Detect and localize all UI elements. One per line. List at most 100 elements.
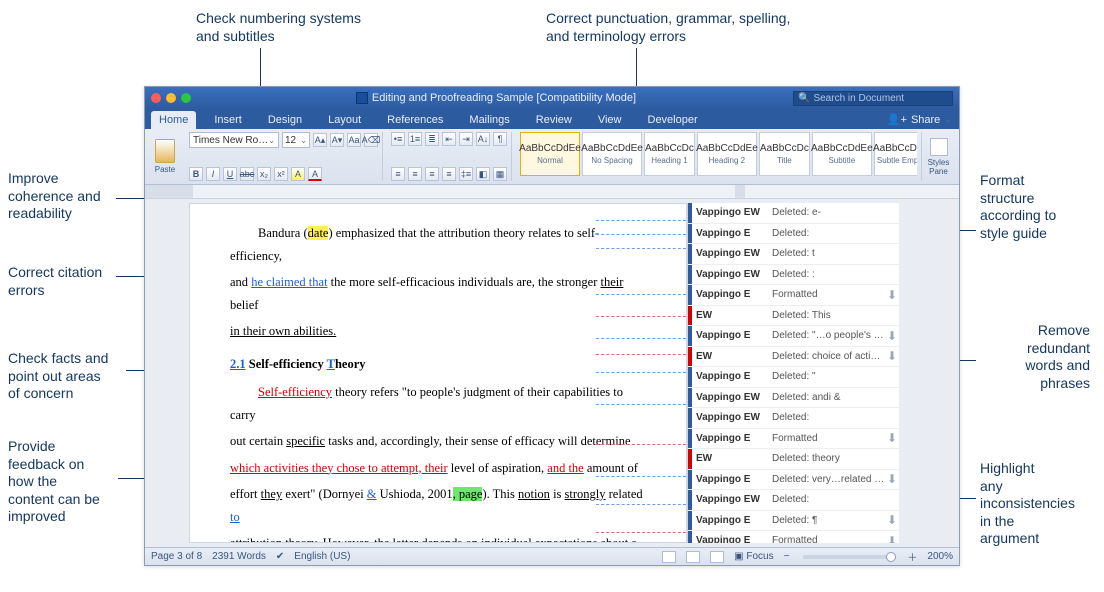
subscript-button[interactable]: x₂ (257, 167, 271, 181)
revision-row[interactable]: Vappingo EWDeleted: : (688, 265, 899, 286)
revision-row[interactable]: Vappingo EWDeleted: e- (688, 203, 899, 224)
font-size-select[interactable]: 12⌄ (282, 132, 310, 148)
sort-button[interactable]: A↓ (476, 132, 490, 146)
revision-row[interactable]: Vappingo EWDeleted: (688, 490, 899, 511)
revision-row[interactable]: EWDeleted: theory (688, 449, 899, 470)
change-case-button[interactable]: Aa (347, 133, 361, 147)
style-tile-title[interactable]: AaBbCcDcTitle (759, 132, 810, 176)
tab-insert[interactable]: Insert (206, 111, 250, 129)
print-layout-button[interactable] (686, 551, 700, 563)
tab-view[interactable]: View (590, 111, 630, 129)
font-color-button[interactable]: A (308, 167, 322, 181)
horizontal-ruler[interactable] (145, 185, 959, 199)
strike-button[interactable]: abc (240, 167, 254, 181)
revision-row[interactable]: Vappingo EFormatted⬇ (688, 285, 899, 306)
tab-layout[interactable]: Layout (320, 111, 369, 129)
word-count[interactable]: 2391 Words (212, 551, 266, 562)
tab-review[interactable]: Review (528, 111, 580, 129)
spellcheck-icon[interactable]: ✔ (276, 551, 284, 562)
borders-button[interactable]: ▦ (493, 167, 507, 181)
style-tile-subtitle[interactable]: AaBbCcDdEeSubtitle (812, 132, 872, 176)
revision-row[interactable]: Vappingo EDeleted: very…related toin con… (688, 470, 899, 491)
font-name-select[interactable]: Times New Ro…⌄ (189, 132, 279, 148)
shrink-font-button[interactable]: A▾ (330, 133, 344, 147)
revision-row[interactable]: Vappingo EDeleted: (688, 224, 899, 245)
window-controls[interactable] (151, 93, 191, 103)
web-layout-button[interactable] (710, 551, 724, 563)
status-bar: Page 3 of 8 2391 Words ✔ English (US) ▣ … (145, 547, 959, 565)
indent-button[interactable]: ⇥ (459, 132, 473, 146)
justify-button[interactable]: ≡ (442, 167, 456, 181)
revisions-pane[interactable]: Vappingo EWDeleted: e-Vappingo EDeleted:… (687, 203, 899, 543)
style-tile-heading-2[interactable]: AaBbCcDdEeHeading 2 (697, 132, 757, 176)
revision-row[interactable]: EWDeleted: choice of activities⬇ (688, 347, 899, 368)
style-tile-heading-1[interactable]: AaBbCcDcHeading 1 (644, 132, 695, 176)
style-tile-normal[interactable]: AaBbCcDdEeNormal (520, 132, 580, 176)
annotation-facts: Check facts and point out areas of conce… (8, 350, 108, 403)
zoom-icon[interactable] (181, 93, 191, 103)
annotation-inconsist: Highlight any inconsistencies in the arg… (980, 460, 1075, 548)
revision-row[interactable]: Vappingo EDeleted: "…o people's judgment… (688, 326, 899, 347)
expand-arrow-icon[interactable]: ⬇ (885, 349, 899, 363)
bold-button[interactable]: B (189, 167, 203, 181)
page-indicator[interactable]: Page 3 of 8 (151, 551, 202, 562)
clear-format-button[interactable]: A⌫ (364, 133, 378, 147)
focus-button[interactable]: ▣ Focus (734, 551, 773, 562)
shading-button[interactable]: ◧ (476, 167, 490, 181)
expand-arrow-icon[interactable]: ⬇ (885, 513, 899, 527)
read-mode-button[interactable] (662, 551, 676, 563)
revision-row[interactable]: Vappingo EFormatted⬇ (688, 531, 899, 543)
tab-references[interactable]: References (379, 111, 451, 129)
revision-row[interactable]: Vappingo EDeleted: " (688, 367, 899, 388)
revision-row[interactable]: Vappingo EWDeleted: t (688, 244, 899, 265)
bullets-button[interactable]: •≡ (391, 132, 405, 146)
editor-body: Bandura (date) emphasized that the attri… (145, 199, 959, 547)
tab-home[interactable]: Home (151, 111, 196, 129)
expand-arrow-icon[interactable]: ⬇ (885, 472, 899, 486)
superscript-button[interactable]: x² (274, 167, 288, 181)
zoom-slider[interactable] (803, 555, 893, 559)
highlight-date: date (308, 226, 329, 240)
align-center-button[interactable]: ≡ (408, 167, 422, 181)
share-button[interactable]: 👤+Share⌄ (879, 110, 959, 129)
paragraph-marks-button[interactable]: ¶ (493, 132, 507, 146)
italic-button[interactable]: I (206, 167, 220, 181)
numbering-button[interactable]: 1≡ (408, 132, 422, 146)
tab-developer[interactable]: Developer (640, 111, 706, 129)
close-icon[interactable] (151, 93, 161, 103)
zoom-out-button[interactable]: − (784, 551, 790, 562)
multilevel-button[interactable]: ≣ (425, 132, 439, 146)
paste-button[interactable]: Paste (149, 132, 181, 181)
expand-arrow-icon[interactable]: ⬇ (885, 329, 899, 343)
tab-mailings[interactable]: Mailings (461, 111, 517, 129)
revision-row[interactable]: Vappingo EWDeleted: andi & (688, 388, 899, 409)
revision-row[interactable]: Vappingo EWDeleted: (688, 408, 899, 429)
expand-arrow-icon[interactable]: ⬇ (885, 431, 899, 445)
grow-font-button[interactable]: A▴ (313, 133, 327, 147)
annotation-numbering: Check numbering systems and subtitles (196, 10, 361, 45)
document-title: Editing and Proofreading Sample [Compati… (199, 92, 793, 104)
annotation-errors: Correct punctuation, grammar, spelling, … (546, 10, 790, 45)
align-left-button[interactable]: ≡ (391, 167, 405, 181)
revision-row[interactable]: Vappingo EDeleted: ¶⬇ (688, 511, 899, 532)
search-input[interactable]: 🔍 Search in Document (793, 91, 953, 106)
styles-pane-button[interactable]: Styles Pane (921, 132, 955, 181)
align-right-button[interactable]: ≡ (425, 167, 439, 181)
document-page[interactable]: Bandura (date) emphasized that the attri… (189, 203, 687, 543)
underline-button[interactable]: U (223, 167, 237, 181)
highlight-button[interactable]: A (291, 167, 305, 181)
tab-design[interactable]: Design (260, 111, 310, 129)
style-tile-no-spacing[interactable]: AaBbCcDdEeNo Spacing (582, 132, 642, 176)
ribbon: Paste Times New Ro…⌄ 12⌄ A▴ A▾ Aa A⌫ B I… (145, 129, 959, 185)
style-tile-subtle-emph-[interactable]: AaBbCcDdEeSubtle Emph… (874, 132, 917, 176)
language-indicator[interactable]: English (US) (294, 551, 350, 562)
zoom-level[interactable]: 200% (927, 551, 953, 562)
line-spacing-button[interactable]: ‡≡ (459, 167, 473, 181)
outdent-button[interactable]: ⇤ (442, 132, 456, 146)
revision-row[interactable]: Vappingo EFormatted⬇ (688, 429, 899, 450)
expand-arrow-icon[interactable]: ⬇ (885, 288, 899, 302)
revision-row[interactable]: EWDeleted: This (688, 306, 899, 327)
zoom-in-button[interactable]: ＋ (907, 549, 917, 564)
minimize-icon[interactable] (166, 93, 176, 103)
expand-arrow-icon[interactable]: ⬇ (885, 534, 899, 543)
